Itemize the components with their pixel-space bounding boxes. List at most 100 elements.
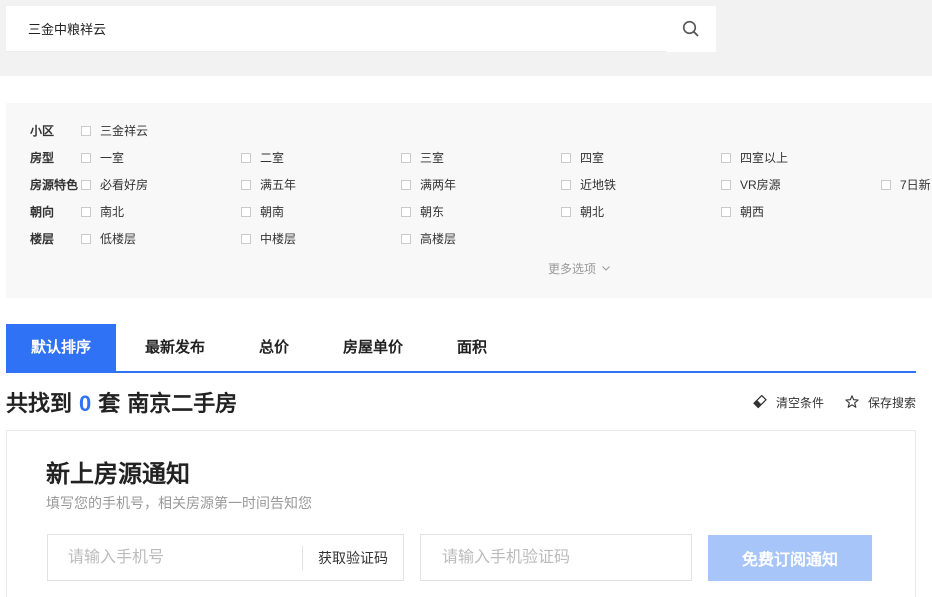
filter-label: 小区 [30,124,55,138]
filter-row-layout: 房型 一室 二室 三室 四室 四室以上 [6,144,932,171]
filter-row-community: 小区 三金祥云 [6,117,932,144]
filter-option[interactable]: 二室 [240,149,400,166]
filter-panel: 小区 三金祥云 房型 一室 二室 三室 四室 四室以上 房源特色 必看好房 满五… [6,103,932,298]
code-input[interactable] [420,534,692,581]
filter-option[interactable]: 朝西 [720,203,880,220]
eraser-icon [753,395,767,409]
subscription-title: 新上房源通知 [46,461,190,488]
filter-option-label[interactable]: VR房源 [740,176,781,193]
filter-option-label[interactable]: 朝西 [740,203,764,220]
checkbox[interactable] [241,152,251,163]
clear-filters-button[interactable]: 清空条件 [753,394,824,411]
more-options-label: 更多选项 [548,261,597,276]
checkbox[interactable] [561,152,571,163]
tab-area[interactable]: 面积 [430,324,514,371]
filter-option[interactable]: 满五年 [240,176,400,193]
checkbox[interactable] [561,206,571,217]
checkbox[interactable] [241,233,251,244]
filter-option[interactable]: 朝东 [400,203,560,220]
checkbox[interactable] [401,206,411,217]
checkbox[interactable] [81,152,91,163]
filter-option[interactable]: 一室 [80,149,240,166]
tab-unit-price[interactable]: 房屋单价 [316,324,430,371]
filter-option-label[interactable]: 近地铁 [580,176,616,193]
filter-label: 朝向 [30,205,55,219]
filter-option[interactable]: 必看好房 [80,176,240,193]
filter-option[interactable]: 四室以上 [720,149,880,166]
checkbox[interactable] [881,179,891,190]
checkbox[interactable] [401,233,411,244]
search-button[interactable] [666,6,716,52]
search-input[interactable] [6,6,666,52]
filter-option-label[interactable]: 朝东 [420,203,444,220]
subscribe-button[interactable]: 免费订阅通知 [708,535,872,581]
filter-row-features: 房源特色 必看好房 满五年 满两年 近地铁 VR房源 7日新 [6,171,932,198]
filter-option-label[interactable]: 四室 [580,149,604,166]
star-icon [845,395,859,408]
filter-option-label[interactable]: 7日新 [900,176,931,193]
filter-option-label[interactable]: 低楼层 [100,230,136,247]
filter-option-label[interactable]: 三金祥云 [100,122,148,139]
checkbox[interactable] [241,179,251,190]
filter-option-label[interactable]: 满五年 [260,176,296,193]
more-options-toggle[interactable]: 更多选项 [548,258,610,278]
result-actions: 清空条件 保存搜索 [753,394,916,411]
filter-option[interactable]: 低楼层 [80,230,240,247]
filter-option[interactable]: 7日新 [880,176,932,193]
result-unit: 套 [98,391,121,416]
checkbox[interactable] [241,206,251,217]
checkbox[interactable] [81,179,91,190]
tab-total-price[interactable]: 总价 [232,324,316,371]
filter-option-label[interactable]: 二室 [260,149,284,166]
filter-option[interactable]: 三室 [400,149,560,166]
filter-option-label[interactable]: 满两年 [420,176,456,193]
subscription-subtitle: 填写您的手机号，相关房源第一时间告知您 [46,495,312,511]
result-category: 南京二手房 [127,391,238,416]
filter-label: 楼层 [30,232,55,246]
phone-input[interactable] [48,535,302,580]
result-bar: 共找到 0 套南京二手房 清空条件 保存搜索 [6,386,916,418]
checkbox[interactable] [81,125,91,136]
result-count: 0 [79,391,92,416]
filter-option-label[interactable]: 朝北 [580,203,604,220]
checkbox[interactable] [721,179,731,190]
checkbox[interactable] [81,233,91,244]
checkbox[interactable] [401,152,411,163]
sort-tabs: 默认排序 最新发布 总价 房屋单价 面积 [6,324,916,373]
filter-option-label[interactable]: 必看好房 [100,176,148,193]
filter-option-label[interactable]: 高楼层 [420,230,456,247]
filter-label: 房型 [30,151,55,165]
result-prefix: 共找到 [6,391,73,416]
get-code-button[interactable]: 获取验证码 [303,548,403,568]
filter-row-orientation: 朝向 南北 朝南 朝东 朝北 朝西 [6,198,932,225]
filter-option-label[interactable]: 南北 [100,203,124,220]
filter-option[interactable]: 朝南 [240,203,400,220]
filter-option[interactable]: 高楼层 [400,230,560,247]
tab-default-sort[interactable]: 默认排序 [6,324,116,371]
checkbox[interactable] [721,206,731,217]
filter-option-label[interactable]: 四室以上 [740,149,788,166]
checkbox[interactable] [721,152,731,163]
filter-option[interactable]: 朝北 [560,203,720,220]
filter-option-label[interactable]: 朝南 [260,203,284,220]
filter-option[interactable]: 满两年 [400,176,560,193]
clear-filters-label: 清空条件 [775,395,824,410]
subscription-card: 新上房源通知 填写您的手机号，相关房源第一时间告知您 获取验证码 免费订阅通知 [6,430,916,597]
filter-option[interactable]: 南北 [80,203,240,220]
filter-option-label[interactable]: 三室 [420,149,444,166]
tab-newest[interactable]: 最新发布 [118,324,232,371]
filter-option[interactable]: 三金祥云 [80,122,240,139]
checkbox[interactable] [401,179,411,190]
filter-option[interactable]: 中楼层 [240,230,400,247]
chevron-down-icon [602,265,610,271]
checkbox[interactable] [561,179,571,190]
filter-option[interactable]: 四室 [560,149,720,166]
save-search-button[interactable]: 保存搜索 [845,394,916,411]
filter-option-label[interactable]: 一室 [100,149,124,166]
filter-option[interactable]: 近地铁 [560,176,720,193]
phone-field-group: 获取验证码 [47,534,404,581]
save-search-label: 保存搜索 [867,395,916,410]
checkbox[interactable] [81,206,91,217]
filter-option-label[interactable]: 中楼层 [260,230,296,247]
filter-option[interactable]: VR房源 [720,176,880,193]
